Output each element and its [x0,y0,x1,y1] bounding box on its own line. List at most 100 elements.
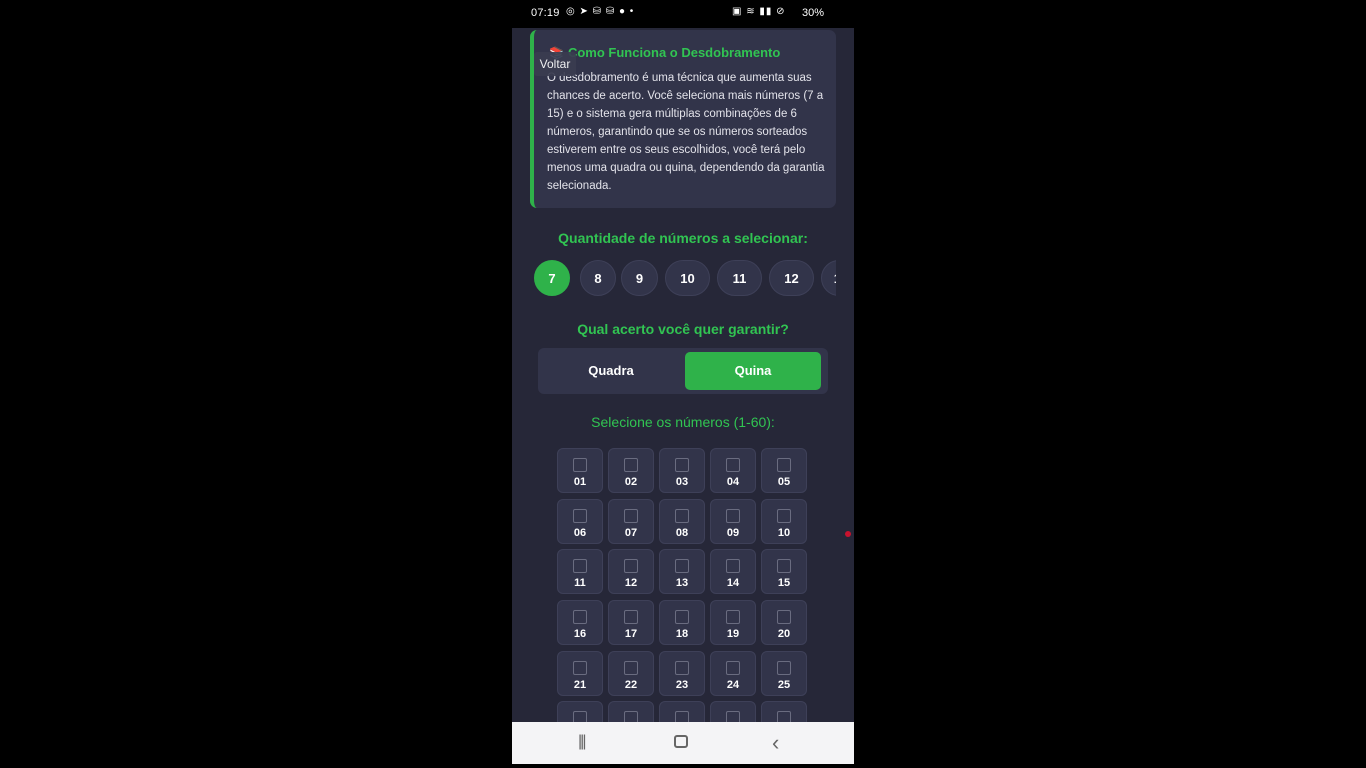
number-checkbox[interactable] [675,509,689,523]
quantity-option-10[interactable]: 10 [665,260,710,296]
number-cell-18[interactable]: 18 [659,600,705,645]
number-checkbox[interactable] [726,458,740,472]
number-cell-12[interactable]: 12 [608,549,654,594]
number-checkbox[interactable] [675,559,689,573]
number-label: 15 [777,577,791,589]
quantity-title: Quantidade de números a selecionar: [558,230,808,246]
number-cell-16[interactable]: 16 [557,600,603,645]
number-label: 18 [675,628,689,640]
home-icon[interactable] [674,735,688,748]
number-label: 21 [573,679,587,691]
number-checkbox[interactable] [573,661,587,675]
quantity-option-11[interactable]: 11 [717,260,762,296]
number-cell-04[interactable]: 04 [710,448,756,493]
number-label: 02 [624,476,638,488]
quantity-option-13[interactable]: 13 [821,260,836,296]
numbers-grid: 01 02 03 04 05 06 07 08 09 10 11 12 13 14 15 16 17 18 19 20… [557,448,817,746]
number-label: 09 [726,527,740,539]
back-button[interactable]: Voltar [534,52,576,76]
guarantee-option-quadra[interactable]: Quadra [543,352,679,390]
number-checkbox[interactable] [624,661,638,675]
status-time: 07:19 [531,7,560,19]
system-icons: ▣ ≋ ▮▮ ⊘ [732,6,786,17]
number-cell-03[interactable]: 03 [659,448,705,493]
number-checkbox[interactable] [777,458,791,472]
number-checkbox[interactable] [675,610,689,624]
number-checkbox[interactable] [624,458,638,472]
number-checkbox[interactable] [624,559,638,573]
recording-indicator [845,531,851,537]
quantity-option-9[interactable]: 9 [621,260,658,296]
number-checkbox[interactable] [624,610,638,624]
number-label: 05 [777,476,791,488]
number-label: 01 [573,476,587,488]
number-cell-13[interactable]: 13 [659,549,705,594]
number-label: 11 [574,577,586,589]
number-cell-02[interactable]: 02 [608,448,654,493]
number-label: 12 [624,577,638,589]
number-checkbox[interactable] [573,458,587,472]
number-cell-25[interactable]: 25 [761,651,807,696]
number-cell-20[interactable]: 20 [761,600,807,645]
number-label: 19 [726,628,740,640]
back-nav-icon[interactable]: ‹ [772,730,779,756]
number-checkbox[interactable] [726,661,740,675]
guarantee-title: Qual acerto você quer garantir? [577,321,789,337]
number-cell-06[interactable]: 06 [557,499,603,544]
battery-level: 30% [802,7,825,19]
number-checkbox[interactable] [624,509,638,523]
number-checkbox[interactable] [675,661,689,675]
number-cell-14[interactable]: 14 [710,549,756,594]
number-cell-10[interactable]: 10 [761,499,807,544]
number-cell-22[interactable]: 22 [608,651,654,696]
number-label: 08 [675,527,689,539]
number-label: 17 [624,628,638,640]
number-cell-17[interactable]: 17 [608,600,654,645]
number-checkbox[interactable] [777,610,791,624]
number-checkbox[interactable] [777,559,791,573]
quantity-option-7[interactable]: 7 [534,260,570,296]
number-label: 14 [726,577,740,589]
number-cell-23[interactable]: 23 [659,651,705,696]
number-label: 03 [675,476,689,488]
number-checkbox[interactable] [675,458,689,472]
number-checkbox[interactable] [726,509,740,523]
number-cell-24[interactable]: 24 [710,651,756,696]
number-cell-09[interactable]: 09 [710,499,756,544]
number-checkbox[interactable] [777,509,791,523]
number-checkbox[interactable] [573,509,587,523]
number-cell-19[interactable]: 19 [710,600,756,645]
notification-icons: ◎ ➤ ⛁ ⛁ ● • [566,6,635,17]
number-checkbox[interactable] [573,610,587,624]
navigation-bar: ||| ‹ [512,722,854,764]
number-label: 06 [573,527,587,539]
number-checkbox[interactable] [573,559,587,573]
number-cell-07[interactable]: 07 [608,499,654,544]
number-cell-05[interactable]: 05 [761,448,807,493]
info-card-title: 📚Como Funciona o Desdobramento [549,45,780,60]
number-cell-21[interactable]: 21 [557,651,603,696]
number-label: 07 [624,527,638,539]
number-cell-15[interactable]: 15 [761,549,807,594]
number-label: 04 [726,476,740,488]
number-checkbox[interactable] [726,610,740,624]
number-label: 24 [726,679,740,691]
number-cell-01[interactable]: 01 [557,448,603,493]
recent-apps-icon[interactable]: ||| [578,733,587,751]
number-label: 25 [777,679,791,691]
guarantee-toggle: Quadra Quina [538,348,828,394]
number-checkbox[interactable] [777,661,791,675]
number-cell-11[interactable]: 11 [557,549,603,594]
guarantee-option-quina[interactable]: Quina [685,352,821,390]
quantity-option-8[interactable]: 8 [580,260,616,296]
quantity-selector: 78910111213 [534,260,836,296]
status-bar: 07:19 ◎ ➤ ⛁ ⛁ ● • ▣ ≋ ▮▮ ⊘ 30% [512,0,854,28]
numbers-title: Selecione os números (1-60): [591,414,775,430]
quantity-option-12[interactable]: 12 [769,260,814,296]
number-label: 10 [777,527,791,539]
bottom-strip [512,764,854,768]
number-checkbox[interactable] [726,559,740,573]
info-card-title-text: Como Funciona o Desdobramento [567,45,781,60]
number-label: 22 [624,679,638,691]
number-cell-08[interactable]: 08 [659,499,705,544]
